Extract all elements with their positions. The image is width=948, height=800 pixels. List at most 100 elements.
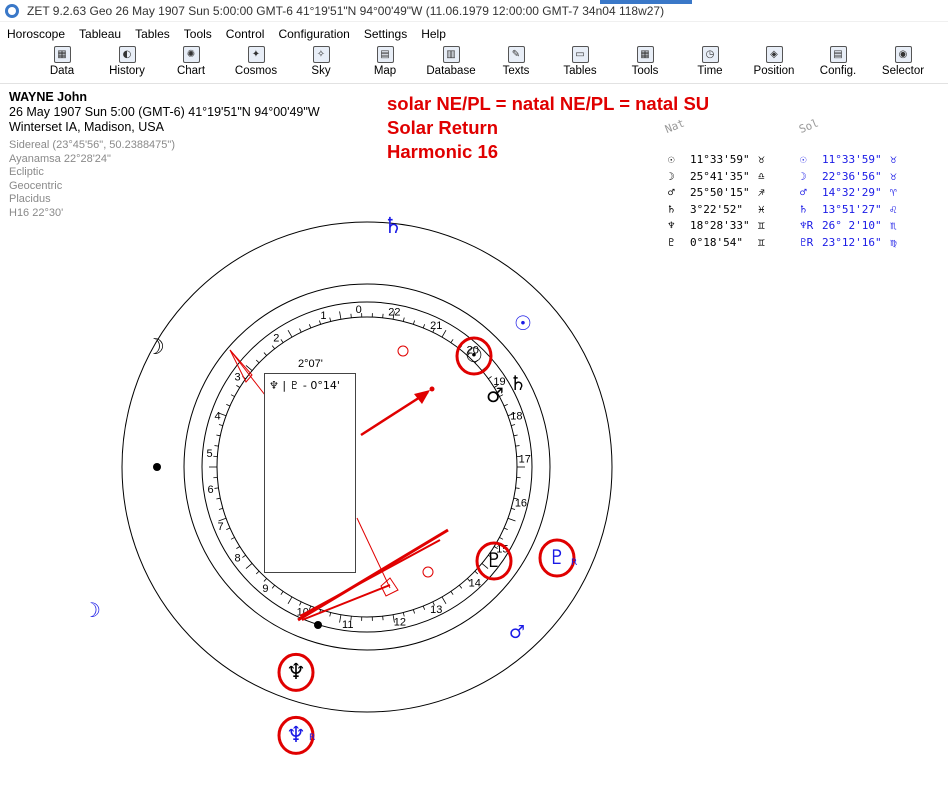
toolbar-data-button[interactable]: ▦ Data (32, 46, 92, 82)
chart-info-panel: WAYNE John 26 May 1907 Sun 5:00 (GMT-6) … (9, 90, 320, 220)
toolbar-label: Config. (819, 65, 857, 77)
house-number: 19 (493, 376, 505, 388)
degree-tick (422, 605, 426, 610)
natal-position: 11°33'59" (690, 153, 750, 166)
house-number: 14 (469, 578, 481, 590)
solar-position: 22°36'56" (822, 169, 882, 183)
highlight-circle (277, 652, 315, 692)
table-row: ☉ 11°33'59" ♉ ☉ 11°33'59" ♉ (664, 153, 924, 168)
solar-position: 26° 2'10" (822, 219, 882, 232)
degree-tick (299, 328, 302, 333)
toolbar-cosmos-button[interactable]: ✦ Cosmos (226, 46, 286, 82)
house-number: 6 (207, 484, 213, 496)
aspect-line (301, 584, 391, 621)
house-number: 3 (235, 371, 241, 383)
app-logo-icon (5, 3, 19, 18)
planet-glyph-icon: ♂ (800, 186, 807, 199)
annotation-arrow (360, 390, 429, 437)
natal-marker (422, 566, 434, 578)
house-number: 8 (235, 553, 241, 565)
degree-tick (432, 328, 435, 333)
toolbar-label: Chart (176, 65, 206, 77)
highlight-circle (277, 715, 315, 755)
col-header-sol: Sol (797, 116, 821, 136)
degree-tick (308, 324, 312, 329)
solar-position: 23°12'16" (822, 235, 882, 249)
toolbar-label: Time (697, 65, 723, 77)
menu-tools[interactable]: Tools (177, 27, 219, 41)
toolbar-history-button[interactable]: ◐ History (97, 46, 157, 82)
menu-tables[interactable]: Tables (128, 27, 177, 41)
degree-tick (412, 609, 415, 614)
zodiac-sign-icon: ♉ (890, 169, 897, 183)
degree-tick (263, 578, 267, 582)
menu-control[interactable]: Control (219, 27, 272, 41)
planet-positions-table: Nat Sol ☉ 11°33'59" ♉ ☉ 11°33'59" ♉ ☽ 25°41'35"… (663, 117, 924, 265)
toolbar-tools-button[interactable]: ▦ Tools (615, 46, 675, 82)
degree-tick (422, 324, 426, 329)
ecliptic-info: Ecliptic (9, 166, 44, 178)
toolbar-label: Selector (881, 65, 925, 77)
sidereal-info: Sidereal (23°45'56", 50.2388475") (9, 139, 175, 151)
house-ring-outer (201, 301, 533, 633)
solar-pluto-icon: ♇ (548, 545, 566, 569)
highlight-circle (455, 336, 493, 376)
house-ring-inner (216, 316, 518, 618)
data-icon: ▦ (53, 46, 71, 63)
natal-dot (429, 386, 435, 392)
degree-tick (271, 345, 275, 350)
degree-tick (441, 329, 447, 338)
solar-moon-icon: ☽ (83, 598, 101, 622)
toolbar-tables-button[interactable]: ▭ Tables (550, 46, 610, 82)
menu-configuration[interactable]: Configuration (271, 27, 356, 41)
house-number: 22 (388, 306, 400, 318)
geocentric-info: Geocentric (9, 179, 63, 192)
degree-tick (230, 394, 235, 397)
solar-sun-icon: ☉ (514, 311, 532, 335)
house-number: 4 (215, 411, 221, 423)
annotation-arrowhead (414, 390, 430, 404)
toolbar-map-button[interactable]: ▤ Map (355, 46, 415, 82)
degree-tick (287, 596, 293, 605)
planet-glyph-icon: ♇R (800, 235, 814, 249)
table-row: ♆ 18°28'33" ♊ ♆R 26° 2'10" ♏ (664, 219, 924, 234)
degree-tick (432, 601, 435, 606)
toolbar-label: Position (753, 65, 795, 77)
natal-marker (397, 345, 409, 357)
planet-glyph-icon: ♄ (668, 202, 675, 216)
toolbar-time-button[interactable]: ◷ Time (680, 46, 740, 82)
degree-tick (230, 537, 235, 540)
degree-tick (339, 311, 342, 320)
toolbar-chart-button[interactable]: ✺ Chart (161, 46, 221, 82)
toolbar-position-button[interactable]: ◈ Position (744, 46, 804, 82)
toolbar-config-button[interactable]: ▤ Config. (808, 46, 868, 82)
house-number: 11 (342, 619, 353, 631)
menu-settings[interactable]: Settings (357, 27, 414, 41)
menu-horoscope[interactable]: Horoscope (0, 27, 72, 41)
toolbar-database-button[interactable]: ▥ Database (421, 46, 481, 82)
degree-tick (280, 339, 284, 343)
degree-tick (474, 359, 479, 364)
toolbar-sky-button[interactable]: ✧ Sky (291, 46, 351, 82)
degree-tick (493, 385, 498, 388)
toolbar-selector-button[interactable]: ◉ Selector (873, 46, 933, 82)
menu-tableau[interactable]: Tableau (72, 27, 128, 41)
person-name: WAYNE John (9, 90, 88, 104)
degree-tick (499, 537, 504, 540)
menu-help[interactable]: Help (414, 27, 453, 41)
retrograde-mark: R (309, 733, 315, 743)
texts-icon: ✎ (507, 46, 525, 63)
toolbar-label: History (109, 65, 145, 77)
ic-dot (314, 621, 322, 629)
history-icon: ◐ (118, 46, 136, 63)
natal-pluto-icon: ♇ (485, 548, 503, 572)
tooltip-text: ♆ | ♇ - 0°14' (269, 379, 340, 392)
degree-tick (218, 507, 223, 510)
toolbar-label: Tools (631, 65, 659, 77)
degree-tick (226, 527, 231, 531)
toolbar-texts-button[interactable]: ✎ Texts (486, 46, 546, 82)
degree-tick (481, 563, 489, 569)
outer-ring (121, 221, 613, 713)
annotation-text: solar NE/PL = natal NE/PL = natal SU Sol… (387, 92, 709, 164)
degree-tick (329, 317, 332, 322)
